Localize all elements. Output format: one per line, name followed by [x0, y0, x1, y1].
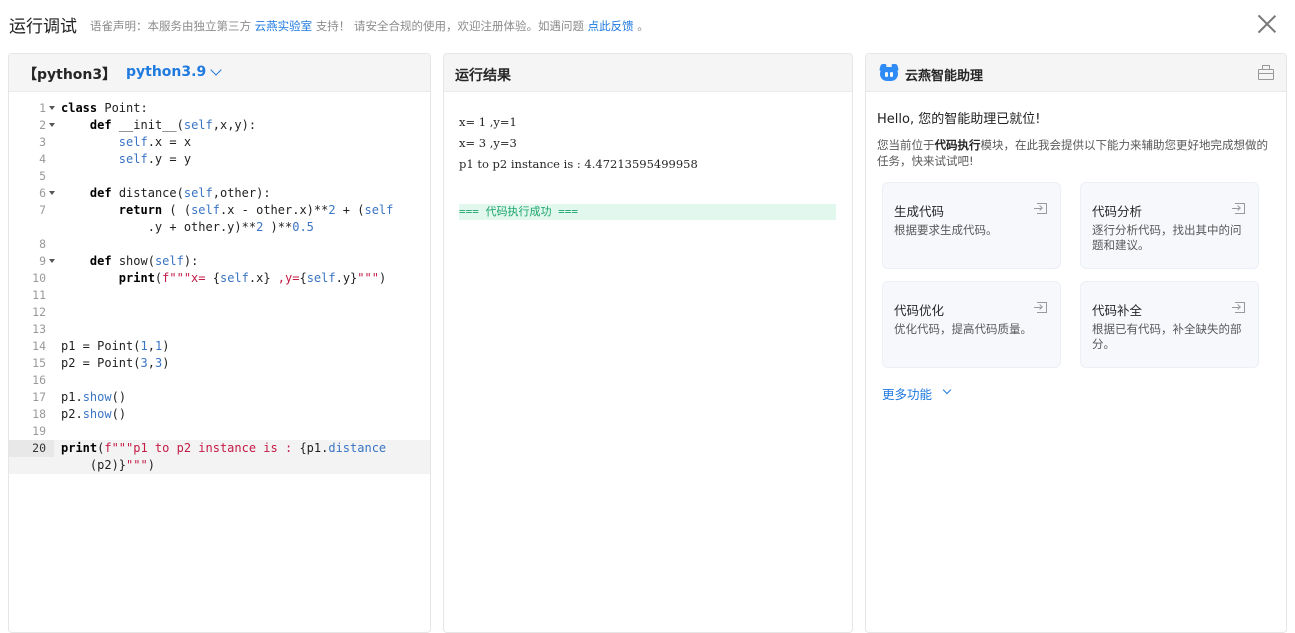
assistant-intro: 您当前位于代码执行模块，在此我会提供以下能力来辅助您更好地完成想做的任务，快来试… [877, 138, 1268, 168]
assistant-logo-icon [879, 64, 899, 82]
result-title: 运行结果 [455, 68, 511, 84]
code-line: 16 [32, 373, 46, 387]
more-features-link[interactable]: 更多功能 [882, 384, 932, 403]
code-line: 15 p2 = Point(3,3) [32, 356, 170, 370]
output-text: x= 1 ,y=1 x= 3 ,y=3 p1 to p2 instance is… [459, 112, 698, 175]
code-line: 14 p1 = Point(1,1) [32, 339, 170, 353]
code-line: .y + other.y)**2 )**0.5 [61, 220, 314, 234]
assistant-greeting: Hello, 您的智能助理已就位! [877, 112, 1041, 127]
code-line: 19 [32, 424, 46, 438]
code-line: 7 return ( (self.x - other.x)**2 + (self [39, 203, 394, 217]
output-line: p1 to p2 instance is : 4.47213595499958 [459, 157, 698, 171]
service-notice: 语雀声明：本服务由独立第三方 云燕实验室 支持！ 请安全合规的使用，欢迎注册体验… [90, 18, 649, 34]
assistant-title: 云燕智能助理 [905, 69, 984, 84]
result-panel: 运行结果 x= 1 ,y=1 x= 3 ,y=3 p1 to p2 instan… [443, 53, 853, 633]
editor-header: 【python3】 python3.9 [9, 54, 430, 92]
enter-icon [1232, 302, 1245, 313]
code-line: 17 p1.show() [32, 390, 127, 404]
notice-suffix: 。 [637, 19, 649, 33]
code-line: 6 def distance(self,other): [39, 186, 271, 200]
card-code-complete[interactable]: 代码补全 根据已有代码，补全缺失的部分。 [1080, 281, 1259, 368]
lab-link[interactable]: 云燕实验室 [255, 19, 313, 33]
assistant-panel: 云燕智能助理 Hello, 您的智能助理已就位! 您当前位于代码执行模块，在此我… [865, 53, 1287, 633]
code-line: 1 class Point: [39, 101, 148, 115]
code-line: 12 [32, 305, 46, 319]
header: 运行调试 语雀声明：本服务由独立第三方 云燕实验室 支持！ 请安全合规的使用，欢… [0, 0, 1295, 48]
card-code-analysis[interactable]: 代码分析 逐行分析代码，找出其中的问题和建议。 [1080, 182, 1259, 269]
enter-icon [1034, 203, 1047, 214]
assistant-header: 云燕智能助理 [866, 54, 1286, 92]
language-tag: 【python3】 [23, 67, 117, 83]
code-line: 11 [32, 288, 46, 302]
code-line: 4 self.y = y [39, 152, 192, 166]
code-line: 3 self.x = x [39, 135, 192, 149]
code-line: 13 [32, 322, 46, 336]
code-line-active: (p2)}""") [9, 457, 430, 474]
page-title: 运行调试 [9, 17, 77, 37]
fold-icon[interactable] [49, 191, 55, 195]
code-area[interactable]: 1 class Point: 2 def __init__(self,x,y): … [9, 100, 430, 474]
code-line: 2 def __init__(self,x,y): [39, 118, 257, 132]
code-line: 10 print(f"""x= {self.x} ,y={self.y}""") [32, 271, 387, 285]
version-select[interactable]: python3.9 [126, 64, 206, 80]
fold-icon[interactable] [49, 123, 55, 127]
output-line: x= 1 ,y=1 [459, 115, 517, 129]
notice-prefix: 语雀声明：本服务由独立第三方 [90, 19, 251, 33]
code-editor-panel: 【python3】 python3.9 1 class Point: 2 def … [8, 53, 431, 633]
enter-icon [1034, 302, 1047, 313]
code-line: 8 [39, 237, 46, 251]
result-header: 运行结果 [444, 54, 852, 92]
card-generate-code[interactable]: 生成代码 根据要求生成代码。 [882, 182, 1061, 269]
fold-icon[interactable] [49, 259, 55, 263]
toolbox-icon[interactable] [1258, 65, 1274, 80]
chevron-down-icon[interactable] [210, 64, 222, 76]
code-line-active: 20 print(f"""p1 to p2 instance is : {p1.d… [9, 440, 430, 457]
close-icon[interactable] [1257, 14, 1277, 34]
card-code-optimize[interactable]: 代码优化 优化代码，提高代码质量。 [882, 281, 1061, 368]
feedback-link[interactable]: 点此反馈 [588, 19, 634, 33]
enter-icon [1232, 203, 1245, 214]
code-line: 9 def show(self): [39, 254, 199, 268]
notice-middle: 支持！ 请安全合规的使用，欢迎注册体验。如遇问题 [315, 19, 584, 33]
fold-icon[interactable] [49, 106, 55, 110]
code-line: 5 [39, 169, 46, 183]
code-line: 18 p2.show() [32, 407, 127, 421]
success-banner: === 代码执行成功 === [459, 204, 836, 220]
chevron-down-icon[interactable] [942, 385, 952, 395]
module-name: 代码执行 [934, 138, 981, 152]
output-line: x= 3 ,y=3 [459, 136, 517, 150]
